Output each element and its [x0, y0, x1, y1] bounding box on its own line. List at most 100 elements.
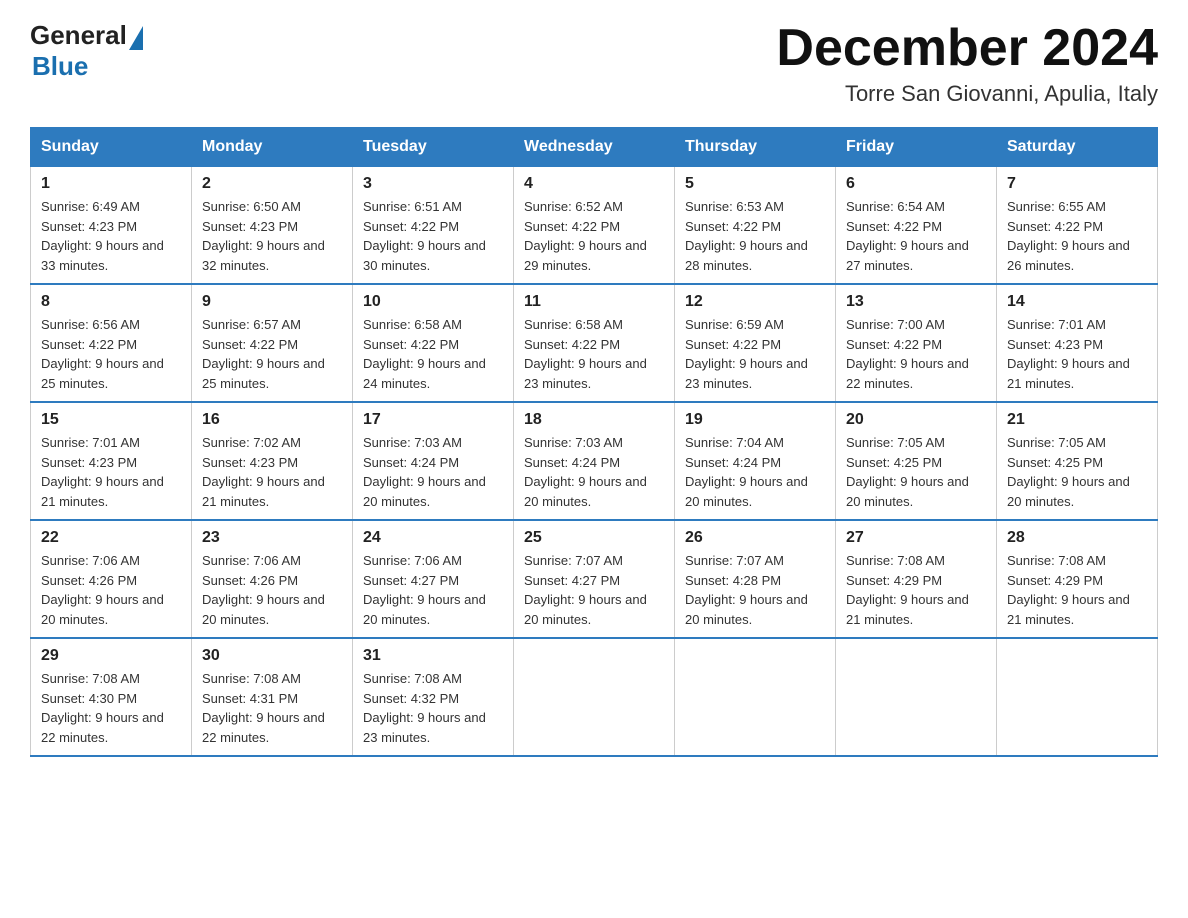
calendar-cell: 8 Sunrise: 6:56 AMSunset: 4:22 PMDayligh… [31, 284, 192, 402]
header-monday: Monday [192, 128, 353, 167]
day-number: 14 [1007, 293, 1147, 311]
calendar-cell: 14 Sunrise: 7:01 AMSunset: 4:23 PMDaylig… [997, 284, 1158, 402]
calendar-cell: 4 Sunrise: 6:52 AMSunset: 4:22 PMDayligh… [514, 167, 675, 285]
day-info: Sunrise: 7:08 AMSunset: 4:30 PMDaylight:… [41, 671, 164, 745]
day-info: Sunrise: 6:56 AMSunset: 4:22 PMDaylight:… [41, 317, 164, 391]
day-number: 8 [41, 293, 181, 311]
calendar-header-row: SundayMondayTuesdayWednesdayThursdayFrid… [31, 128, 1158, 167]
calendar-cell [836, 638, 997, 756]
calendar-week-row: 29 Sunrise: 7:08 AMSunset: 4:30 PMDaylig… [31, 638, 1158, 756]
day-info: Sunrise: 7:06 AMSunset: 4:26 PMDaylight:… [202, 553, 325, 627]
day-info: Sunrise: 6:58 AMSunset: 4:22 PMDaylight:… [363, 317, 486, 391]
header-friday: Friday [836, 128, 997, 167]
day-number: 15 [41, 411, 181, 429]
calendar-cell: 11 Sunrise: 6:58 AMSunset: 4:22 PMDaylig… [514, 284, 675, 402]
calendar-table: SundayMondayTuesdayWednesdayThursdayFrid… [30, 127, 1158, 757]
logo-blue-text: Blue [32, 51, 88, 82]
day-info: Sunrise: 7:01 AMSunset: 4:23 PMDaylight:… [41, 435, 164, 509]
day-number: 21 [1007, 411, 1147, 429]
day-number: 6 [846, 175, 986, 193]
header-saturday: Saturday [997, 128, 1158, 167]
day-number: 24 [363, 529, 503, 547]
day-info: Sunrise: 7:04 AMSunset: 4:24 PMDaylight:… [685, 435, 808, 509]
day-number: 16 [202, 411, 342, 429]
day-number: 25 [524, 529, 664, 547]
logo-general-text: General [30, 20, 127, 51]
day-info: Sunrise: 6:58 AMSunset: 4:22 PMDaylight:… [524, 317, 647, 391]
day-info: Sunrise: 7:03 AMSunset: 4:24 PMDaylight:… [524, 435, 647, 509]
calendar-cell: 23 Sunrise: 7:06 AMSunset: 4:26 PMDaylig… [192, 520, 353, 638]
header-thursday: Thursday [675, 128, 836, 167]
calendar-week-row: 15 Sunrise: 7:01 AMSunset: 4:23 PMDaylig… [31, 402, 1158, 520]
day-number: 2 [202, 175, 342, 193]
day-number: 13 [846, 293, 986, 311]
header-sunday: Sunday [31, 128, 192, 167]
day-info: Sunrise: 6:53 AMSunset: 4:22 PMDaylight:… [685, 199, 808, 273]
day-info: Sunrise: 6:52 AMSunset: 4:22 PMDaylight:… [524, 199, 647, 273]
calendar-week-row: 8 Sunrise: 6:56 AMSunset: 4:22 PMDayligh… [31, 284, 1158, 402]
day-info: Sunrise: 7:05 AMSunset: 4:25 PMDaylight:… [846, 435, 969, 509]
logo: General Blue [30, 20, 143, 82]
day-number: 5 [685, 175, 825, 193]
logo-triangle-icon [129, 26, 143, 50]
calendar-cell: 19 Sunrise: 7:04 AMSunset: 4:24 PMDaylig… [675, 402, 836, 520]
day-number: 18 [524, 411, 664, 429]
day-number: 23 [202, 529, 342, 547]
day-info: Sunrise: 7:08 AMSunset: 4:29 PMDaylight:… [846, 553, 969, 627]
day-info: Sunrise: 6:50 AMSunset: 4:23 PMDaylight:… [202, 199, 325, 273]
calendar-cell: 15 Sunrise: 7:01 AMSunset: 4:23 PMDaylig… [31, 402, 192, 520]
calendar-cell: 3 Sunrise: 6:51 AMSunset: 4:22 PMDayligh… [353, 167, 514, 285]
day-info: Sunrise: 7:08 AMSunset: 4:32 PMDaylight:… [363, 671, 486, 745]
day-info: Sunrise: 7:08 AMSunset: 4:31 PMDaylight:… [202, 671, 325, 745]
day-info: Sunrise: 7:07 AMSunset: 4:28 PMDaylight:… [685, 553, 808, 627]
day-info: Sunrise: 6:55 AMSunset: 4:22 PMDaylight:… [1007, 199, 1130, 273]
day-info: Sunrise: 6:49 AMSunset: 4:23 PMDaylight:… [41, 199, 164, 273]
calendar-cell: 18 Sunrise: 7:03 AMSunset: 4:24 PMDaylig… [514, 402, 675, 520]
calendar-cell: 17 Sunrise: 7:03 AMSunset: 4:24 PMDaylig… [353, 402, 514, 520]
day-number: 31 [363, 647, 503, 665]
calendar-cell: 6 Sunrise: 6:54 AMSunset: 4:22 PMDayligh… [836, 167, 997, 285]
calendar-cell: 5 Sunrise: 6:53 AMSunset: 4:22 PMDayligh… [675, 167, 836, 285]
day-info: Sunrise: 6:54 AMSunset: 4:22 PMDaylight:… [846, 199, 969, 273]
page-header: General Blue December 2024 Torre San Gio… [30, 20, 1158, 107]
calendar-week-row: 1 Sunrise: 6:49 AMSunset: 4:23 PMDayligh… [31, 167, 1158, 285]
day-number: 1 [41, 175, 181, 193]
calendar-cell: 12 Sunrise: 6:59 AMSunset: 4:22 PMDaylig… [675, 284, 836, 402]
calendar-cell: 1 Sunrise: 6:49 AMSunset: 4:23 PMDayligh… [31, 167, 192, 285]
calendar-cell: 13 Sunrise: 7:00 AMSunset: 4:22 PMDaylig… [836, 284, 997, 402]
calendar-cell: 21 Sunrise: 7:05 AMSunset: 4:25 PMDaylig… [997, 402, 1158, 520]
day-number: 28 [1007, 529, 1147, 547]
calendar-cell: 25 Sunrise: 7:07 AMSunset: 4:27 PMDaylig… [514, 520, 675, 638]
day-info: Sunrise: 6:59 AMSunset: 4:22 PMDaylight:… [685, 317, 808, 391]
header-tuesday: Tuesday [353, 128, 514, 167]
day-info: Sunrise: 7:08 AMSunset: 4:29 PMDaylight:… [1007, 553, 1130, 627]
calendar-cell: 31 Sunrise: 7:08 AMSunset: 4:32 PMDaylig… [353, 638, 514, 756]
calendar-cell: 27 Sunrise: 7:08 AMSunset: 4:29 PMDaylig… [836, 520, 997, 638]
day-info: Sunrise: 7:03 AMSunset: 4:24 PMDaylight:… [363, 435, 486, 509]
day-info: Sunrise: 7:07 AMSunset: 4:27 PMDaylight:… [524, 553, 647, 627]
day-info: Sunrise: 7:06 AMSunset: 4:26 PMDaylight:… [41, 553, 164, 627]
day-number: 12 [685, 293, 825, 311]
calendar-cell [675, 638, 836, 756]
title-area: December 2024 Torre San Giovanni, Apulia… [776, 20, 1158, 107]
day-info: Sunrise: 6:51 AMSunset: 4:22 PMDaylight:… [363, 199, 486, 273]
day-number: 29 [41, 647, 181, 665]
calendar-cell: 9 Sunrise: 6:57 AMSunset: 4:22 PMDayligh… [192, 284, 353, 402]
calendar-cell: 22 Sunrise: 7:06 AMSunset: 4:26 PMDaylig… [31, 520, 192, 638]
day-number: 4 [524, 175, 664, 193]
day-info: Sunrise: 7:05 AMSunset: 4:25 PMDaylight:… [1007, 435, 1130, 509]
day-number: 30 [202, 647, 342, 665]
calendar-cell: 16 Sunrise: 7:02 AMSunset: 4:23 PMDaylig… [192, 402, 353, 520]
day-number: 22 [41, 529, 181, 547]
day-number: 3 [363, 175, 503, 193]
calendar-cell: 7 Sunrise: 6:55 AMSunset: 4:22 PMDayligh… [997, 167, 1158, 285]
calendar-cell: 2 Sunrise: 6:50 AMSunset: 4:23 PMDayligh… [192, 167, 353, 285]
calendar-cell [997, 638, 1158, 756]
day-number: 11 [524, 293, 664, 311]
day-number: 17 [363, 411, 503, 429]
day-number: 9 [202, 293, 342, 311]
day-number: 19 [685, 411, 825, 429]
calendar-cell: 24 Sunrise: 7:06 AMSunset: 4:27 PMDaylig… [353, 520, 514, 638]
header-wednesday: Wednesday [514, 128, 675, 167]
day-info: Sunrise: 7:02 AMSunset: 4:23 PMDaylight:… [202, 435, 325, 509]
